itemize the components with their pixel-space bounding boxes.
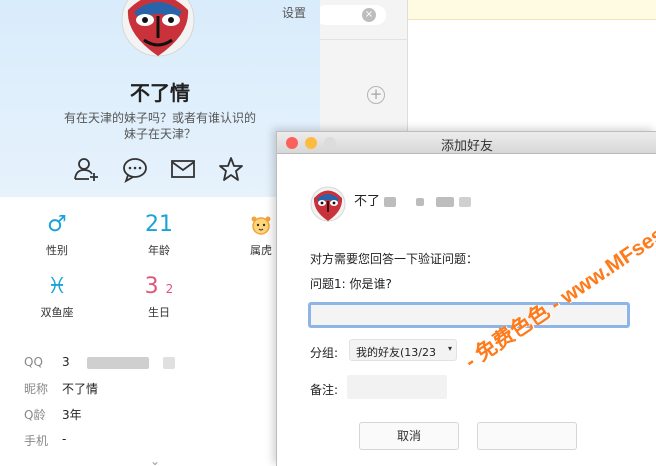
confirm-button[interactable] (477, 422, 577, 450)
profile-card: 设置 不了情 有在天津的妹子吗？或者有谁认识的妹子在天津？ ♂ 性别 21 年龄… (0, 0, 320, 466)
group-select[interactable]: 我的好友(13/23 ▾ (349, 339, 457, 361)
search-clear-button[interactable]: × (362, 8, 376, 22)
birthday-month: 3 (144, 274, 159, 299)
add-button[interactable]: + (367, 86, 385, 104)
birthday-cell: 3 2 生日 (124, 272, 194, 320)
peer-name: 不了 (354, 190, 471, 209)
profile-signature: 有在天津的妹子吗？或者有谁认识的妹子在天津？ (63, 111, 256, 141)
age-cell: 21 年龄 (124, 210, 194, 258)
cancel-button[interactable]: 取消 (359, 422, 459, 450)
chevron-down-icon: ▾ (447, 344, 452, 353)
chat-icon[interactable] (121, 155, 149, 183)
birthday-label: 生日 (148, 306, 170, 319)
constellation-cell: ♓ 双鱼座 (22, 272, 92, 320)
qq-label: QQ (24, 355, 43, 369)
answer-input[interactable] (308, 302, 630, 328)
avatar[interactable] (120, 0, 196, 58)
nickname-label: 昵称 (24, 382, 49, 396)
gender-label: 性别 (46, 244, 68, 257)
nickname-value: 不了情 (62, 382, 99, 396)
notice-banner (408, 0, 656, 20)
constellation-label: 双鱼座 (40, 306, 74, 319)
gender-cell: ♂ 性别 (22, 210, 92, 258)
birthday-day: 2 (165, 282, 174, 296)
settings-link[interactable]: 设置 (282, 4, 306, 21)
phone-label: 手机 (24, 434, 49, 448)
title-bar: 添加好友 (277, 132, 656, 154)
phone-value: - (62, 432, 67, 446)
favorite-star-icon[interactable] (217, 155, 245, 183)
peer-avatar (310, 186, 346, 222)
age-value: 21 (145, 212, 173, 237)
qq-value: 3 (62, 355, 176, 369)
qage-value: 3年 (62, 408, 82, 422)
remark-label: 备注: (310, 383, 339, 397)
chevron-down-icon[interactable]: ⌄ (150, 454, 160, 466)
add-friend-icon[interactable] (72, 155, 100, 183)
mail-icon[interactable] (169, 155, 197, 183)
male-icon: ♂ (47, 212, 67, 237)
dialog-title: 添加好友 (440, 139, 493, 154)
verification-question: 问题1: 你是谁? (310, 277, 392, 291)
group-label: 分组: (310, 346, 339, 360)
profile-nickname: 不了情 (130, 81, 190, 105)
pisces-icon: ♓ (47, 274, 67, 299)
age-label: 年龄 (148, 244, 170, 257)
remark-input[interactable] (347, 375, 447, 399)
question-intro: 对方需要您回答一下验证问题： (310, 252, 479, 266)
group-select-value: 我的好友(13/23 (356, 346, 436, 359)
add-friend-dialog: 添加好友 不了 对方需要您回答一下验证问题： 问题1: 你是谁? 分组: 我的好… (276, 131, 656, 466)
qage-label: Q龄 (24, 408, 46, 422)
